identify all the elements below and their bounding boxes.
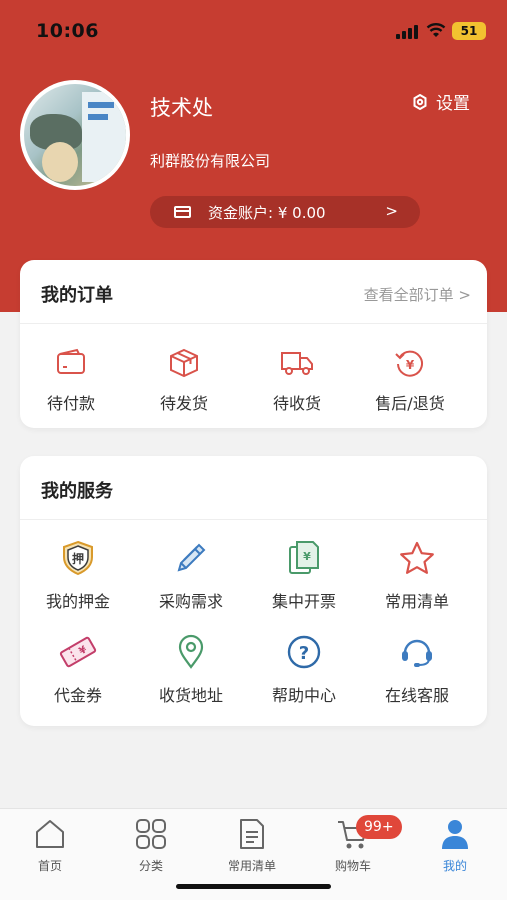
cart-count-badge: 99+ [356, 815, 402, 839]
service-coupons[interactable]: ¥ 代金券 [20, 634, 136, 706]
list-icon [240, 819, 264, 849]
tab-label: 首页 [37, 859, 62, 873]
order-pending-shipment[interactable]: 待发货 [126, 348, 242, 414]
help-icon: ? [287, 635, 321, 669]
order-item-label: 待发货 [159, 394, 208, 413]
avatar-image [24, 84, 126, 186]
user-icon [442, 820, 468, 849]
home-indicator [176, 884, 331, 889]
service-invoicing[interactable]: ¥ 集中开票 [246, 540, 362, 612]
service-item-label: 采购需求 [158, 592, 223, 611]
coupon-icon: ¥ [59, 636, 97, 668]
service-common-list[interactable]: 常用清单 [359, 540, 475, 612]
tab-common-list[interactable]: 常用清单 [202, 817, 302, 874]
service-item-label: 在线客服 [384, 686, 449, 705]
home-icon [36, 820, 64, 848]
services-title: 我的服务 [41, 481, 113, 502]
orders-header: 我的订单 查看全部订单 > [20, 260, 487, 324]
settings-label: 设置 [436, 94, 470, 114]
chevron-right-icon: > [385, 202, 398, 220]
order-item-label: 售后/退货 [375, 394, 445, 413]
service-purchase-request[interactable]: 采购需求 [133, 540, 249, 612]
order-pending-receipt[interactable]: 待收货 [239, 348, 355, 414]
gear-icon [413, 93, 427, 110]
headset-icon [402, 639, 432, 667]
cellular-signal-icon [396, 25, 418, 39]
tab-label: 我的 [442, 859, 467, 873]
services-header: 我的服务 [20, 456, 487, 520]
wallet-icon [57, 348, 85, 374]
refund-icon: ¥ [395, 350, 423, 377]
tab-label: 分类 [138, 859, 163, 873]
tab-label: 购物车 [334, 859, 371, 873]
wifi-icon [426, 23, 446, 37]
location-pin-icon [178, 634, 204, 669]
card-icon [174, 206, 191, 218]
view-all-orders-link[interactable]: 查看全部订单 > [364, 284, 471, 305]
order-pending-payment[interactable]: 待付款 [13, 348, 129, 414]
service-item-label: 集中开票 [271, 592, 336, 611]
company-name: 利群股份有限公司 [150, 152, 271, 170]
service-item-label: 我的押金 [45, 592, 110, 611]
orders-title: 我的订单 [41, 285, 113, 306]
status-bar: 10:06 51 [0, 0, 507, 62]
order-item-label: 待付款 [46, 394, 95, 413]
service-deposit[interactable]: 押 我的押金 [20, 540, 136, 612]
account-balance-text: 资金账户: ¥ 0.00 [208, 204, 326, 222]
user-name: 技术处 [150, 96, 213, 120]
service-item-label: 常用清单 [384, 592, 449, 611]
box-icon [170, 348, 198, 378]
service-item-label: 收货地址 [158, 686, 223, 705]
tab-home[interactable]: 首页 [0, 817, 100, 874]
tab-label: 常用清单 [227, 859, 276, 873]
svg-text:¥: ¥ [303, 550, 311, 563]
orders-card: 我的订单 查看全部订单 > 待付款 待发货 待收货 ¥ 售后/退货 [20, 260, 487, 428]
svg-text:押: 押 [72, 551, 84, 566]
grid-icon [136, 819, 166, 849]
battery-icon: 51 [452, 22, 486, 40]
pencil-icon [177, 543, 206, 572]
service-address[interactable]: 收货地址 [133, 634, 249, 706]
truck-icon [281, 352, 313, 375]
tab-category[interactable]: 分类 [101, 817, 201, 874]
services-card: 我的服务 押 我的押金 采购需求 ¥ 集中开票 常用清单 ¥ 代金券 收货地址 … [20, 456, 487, 726]
avatar[interactable] [20, 80, 130, 190]
order-item-label: 待收货 [272, 394, 321, 413]
svg-text:¥: ¥ [406, 358, 415, 372]
settings-button[interactable]: 设置 [412, 89, 470, 114]
star-icon [400, 541, 434, 574]
svg-text:?: ? [299, 643, 309, 664]
service-online-support[interactable]: 在线客服 [359, 634, 475, 706]
service-help-center[interactable]: ? 帮助中心 [246, 634, 362, 706]
tab-me[interactable]: 我的 [405, 817, 505, 874]
service-item-label: 代金券 [53, 686, 102, 705]
status-time: 10:06 [36, 20, 99, 42]
order-after-sales[interactable]: ¥ 售后/退货 [352, 348, 468, 414]
account-balance-button[interactable]: 资金账户: ¥ 0.00 > [150, 196, 420, 228]
service-item-label: 帮助中心 [271, 686, 336, 705]
deposit-shield-icon: 押 [63, 540, 93, 576]
invoice-icon: ¥ [289, 541, 319, 574]
